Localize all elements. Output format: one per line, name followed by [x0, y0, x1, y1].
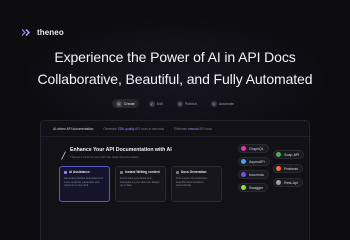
hero: Experience the Power of AI in API Docs C… [0, 49, 350, 87]
integration-insomnia[interactable]: Insomnia [238, 170, 269, 179]
integration-postman[interactable]: Postman [273, 164, 304, 173]
hero-subtitle: Collaborative, Beautiful, and Fully Auto… [37, 71, 313, 87]
card-title: Instant Writing content [125, 170, 160, 174]
feature-subtitle: Theneo's AI turns your API into clear do… [70, 155, 139, 159]
integration-rest-api[interactable]: Rest-Api [273, 178, 303, 187]
integration-soap-api[interactable]: Soap-API [273, 150, 305, 159]
card-text: Turn a spec into interactive, beautiful … [176, 177, 208, 188]
step-number: 2 [148, 100, 155, 107]
slash-icon [61, 147, 66, 160]
demo-panel: AI-driven API documentation Generate SDK… [40, 120, 311, 240]
pen-icon [120, 170, 123, 174]
step-tabs: 1 Create 2 Edit 3 Publish 4 Automate [0, 99, 350, 108]
card-title: AI Assistance [69, 170, 90, 174]
step-create[interactable]: 1 Create [111, 99, 139, 108]
brand-name: theneo [37, 28, 64, 37]
panel-tab-eliminate[interactable]: Eliminate manual API docs [174, 127, 212, 131]
step-number: 4 [210, 100, 217, 107]
integration-swagger[interactable]: Swagger [238, 183, 269, 192]
theneo-logo-icon [22, 29, 32, 36]
card-text: Let AI write summaries and examples so y… [120, 177, 160, 188]
feature-title: Enhance Your API Documentation with AI [70, 147, 172, 153]
step-number: 3 [176, 100, 183, 107]
integration-asyncapi[interactable]: AsyncAPI [238, 157, 270, 166]
integrations: GraphQL AsyncAPI Insomnia Swagger Soap-A… [237, 141, 309, 221]
step-edit[interactable]: 2 Edit [145, 99, 167, 108]
step-label: Publish [184, 101, 197, 106]
rest-icon [276, 180, 281, 185]
feature-card-docs-generation[interactable]: Docs Generation Turn a spec into interac… [171, 166, 222, 202]
asyncapi-icon [241, 159, 246, 164]
card-title: Docs Generation [181, 170, 207, 174]
card-text: Generate polished descriptions for every… [64, 177, 104, 188]
panel-tab-generate[interactable]: Generate SDK-quality API docs in seconds [103, 127, 164, 131]
step-publish[interactable]: 3 Publish [173, 99, 201, 108]
document-icon [176, 170, 179, 174]
panel-tabs: AI-driven API documentation Generate SDK… [41, 121, 311, 137]
step-number: 1 [115, 100, 122, 107]
feature-card-writing[interactable]: Instant Writing content Let AI write sum… [115, 166, 166, 202]
swagger-icon [241, 185, 246, 190]
graphql-icon [241, 146, 246, 151]
soap-icon [276, 152, 281, 157]
feature-cards: AI Assistance Generate polished descript… [59, 166, 222, 202]
step-label: Edit [156, 101, 163, 106]
step-label: Create [123, 101, 135, 106]
step-automate[interactable]: 4 Automate [207, 99, 238, 108]
feature-header: Enhance Your API Documentation with AI T… [61, 147, 172, 160]
step-label: Automate [218, 101, 235, 106]
sparkle-icon [64, 170, 67, 174]
insomnia-icon [241, 172, 246, 177]
logo[interactable]: theneo [22, 28, 64, 37]
hero-title: Experience the Power of AI in API Docs [54, 49, 296, 65]
integration-graphql[interactable]: GraphQL [238, 144, 269, 153]
panel-tab-ai-driven[interactable]: AI-driven API documentation [53, 127, 93, 131]
postman-icon [276, 166, 281, 171]
feature-card-ai-assistance[interactable]: AI Assistance Generate polished descript… [59, 166, 110, 202]
